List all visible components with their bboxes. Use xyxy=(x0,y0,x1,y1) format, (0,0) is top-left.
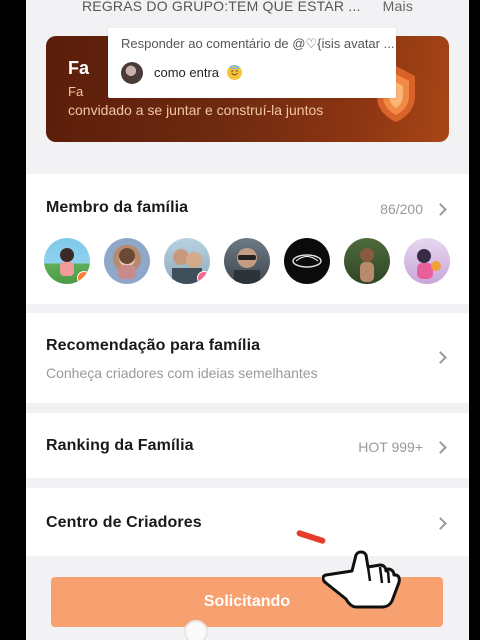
banner-subtitle: Fa xyxy=(68,84,84,99)
family-members-section[interactable]: Membro da família 86/200 xyxy=(26,174,469,304)
commenter-avatar xyxy=(121,62,143,84)
pointing-hand-icon xyxy=(322,550,401,609)
chevron-right-icon xyxy=(434,441,447,454)
member-avatar[interactable] xyxy=(44,238,90,284)
reply-comment-popup[interactable]: Responder ao comentário de @♡{isis avata… xyxy=(108,28,396,98)
member-avatar[interactable] xyxy=(224,238,270,284)
recommendation-subtitle: Conheça criadores com ideias semelhantes xyxy=(46,365,318,381)
group-rules-header: REGRAS DO GRUPO:TEM QUE ESTAR ... Mais xyxy=(26,0,469,18)
chevron-right-icon xyxy=(434,517,447,530)
member-avatar[interactable] xyxy=(104,238,150,284)
banner-title: Fa xyxy=(68,58,90,78)
reply-heading: Responder ao comentário de @♡{isis avata… xyxy=(121,36,395,51)
home-indicator[interactable] xyxy=(184,620,208,640)
ranking-row[interactable]: Ranking da Família HOT 999+ xyxy=(26,413,469,478)
member-avatar[interactable] xyxy=(404,238,450,284)
more-link[interactable]: Mais xyxy=(383,0,413,14)
host-badge-icon xyxy=(197,271,210,284)
banner-invite-text: convidado a se juntar e construí-la junt… xyxy=(68,102,324,118)
member-avatar[interactable] xyxy=(164,238,210,284)
ranking-title: Ranking da Família xyxy=(46,437,194,454)
chevron-right-icon xyxy=(434,203,447,216)
family-members-count: 86/200 xyxy=(380,201,423,217)
halo-smile-emoji-icon xyxy=(226,65,242,80)
creators-title: Centro de Criadores xyxy=(46,514,202,531)
member-avatar[interactable] xyxy=(344,238,390,284)
comment-text-wrapper: como entra xyxy=(154,65,242,80)
family-members-title: Membro da família xyxy=(46,199,189,216)
recommendation-row[interactable]: Recomendação para família Conheça criado… xyxy=(26,313,469,403)
ranking-hot-label: HOT 999+ xyxy=(358,439,423,455)
comment-text: como entra xyxy=(154,65,220,80)
chevron-right-icon xyxy=(434,351,447,364)
group-rules-text: REGRAS DO GRUPO:TEM QUE ESTAR ... xyxy=(81,0,361,14)
host-badge-icon xyxy=(77,271,90,284)
creators-row[interactable]: Centro de Criadores xyxy=(26,488,469,556)
member-avatar[interactable] xyxy=(284,238,330,284)
screen: REGRAS DO GRUPO:TEM QUE ESTAR ... Mais F… xyxy=(26,0,469,640)
member-avatars xyxy=(44,238,464,284)
recommendation-title: Recomendação para família xyxy=(46,337,261,354)
